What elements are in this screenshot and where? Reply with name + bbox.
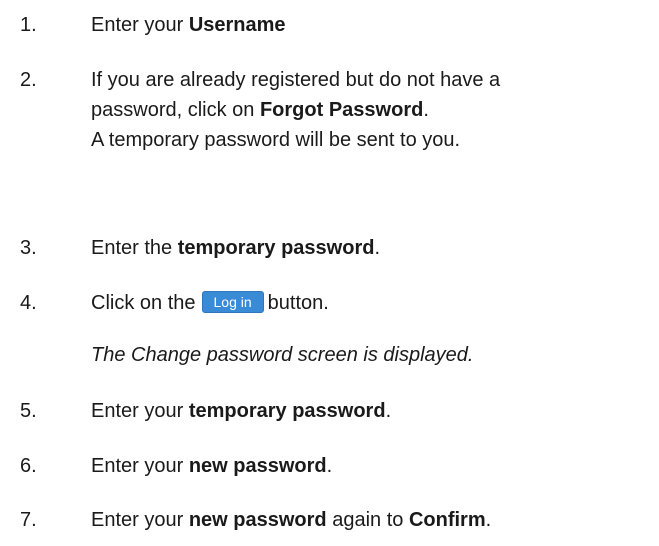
new-password-term: new password	[188, 455, 327, 477]
username-term: Username	[188, 14, 286, 36]
step-text: If you are already registered but do not…	[91, 69, 501, 151]
step-number: 4.	[20, 292, 37, 314]
new-password-term: new password	[188, 509, 327, 531]
step-number: 7.	[20, 509, 37, 531]
step-text: Click on the Log in button.	[91, 290, 329, 314]
login-button[interactable]: Log in	[201, 290, 264, 313]
step-number: 3.	[20, 237, 37, 259]
step-number: 2.	[20, 69, 37, 91]
step-text: Enter your Username	[91, 14, 286, 36]
confirm-term: Confirm	[408, 509, 486, 531]
temporary-password-term: temporary password	[177, 237, 375, 259]
temporary-password-term: temporary password	[188, 400, 386, 422]
step-number: 5.	[20, 400, 37, 422]
step-text: Enter your new password.	[91, 455, 333, 477]
step-text: Enter the temporary password.	[91, 237, 381, 259]
step-number: 6.	[20, 455, 37, 477]
step-text: Enter your new password again to Confirm…	[91, 509, 492, 531]
forgot-password-term: Forgot Password	[259, 99, 424, 121]
step-note: The Change password screen is displayed.	[91, 344, 474, 366]
step-number: 1.	[20, 14, 37, 36]
step-text: Enter your temporary password.	[91, 400, 392, 422]
